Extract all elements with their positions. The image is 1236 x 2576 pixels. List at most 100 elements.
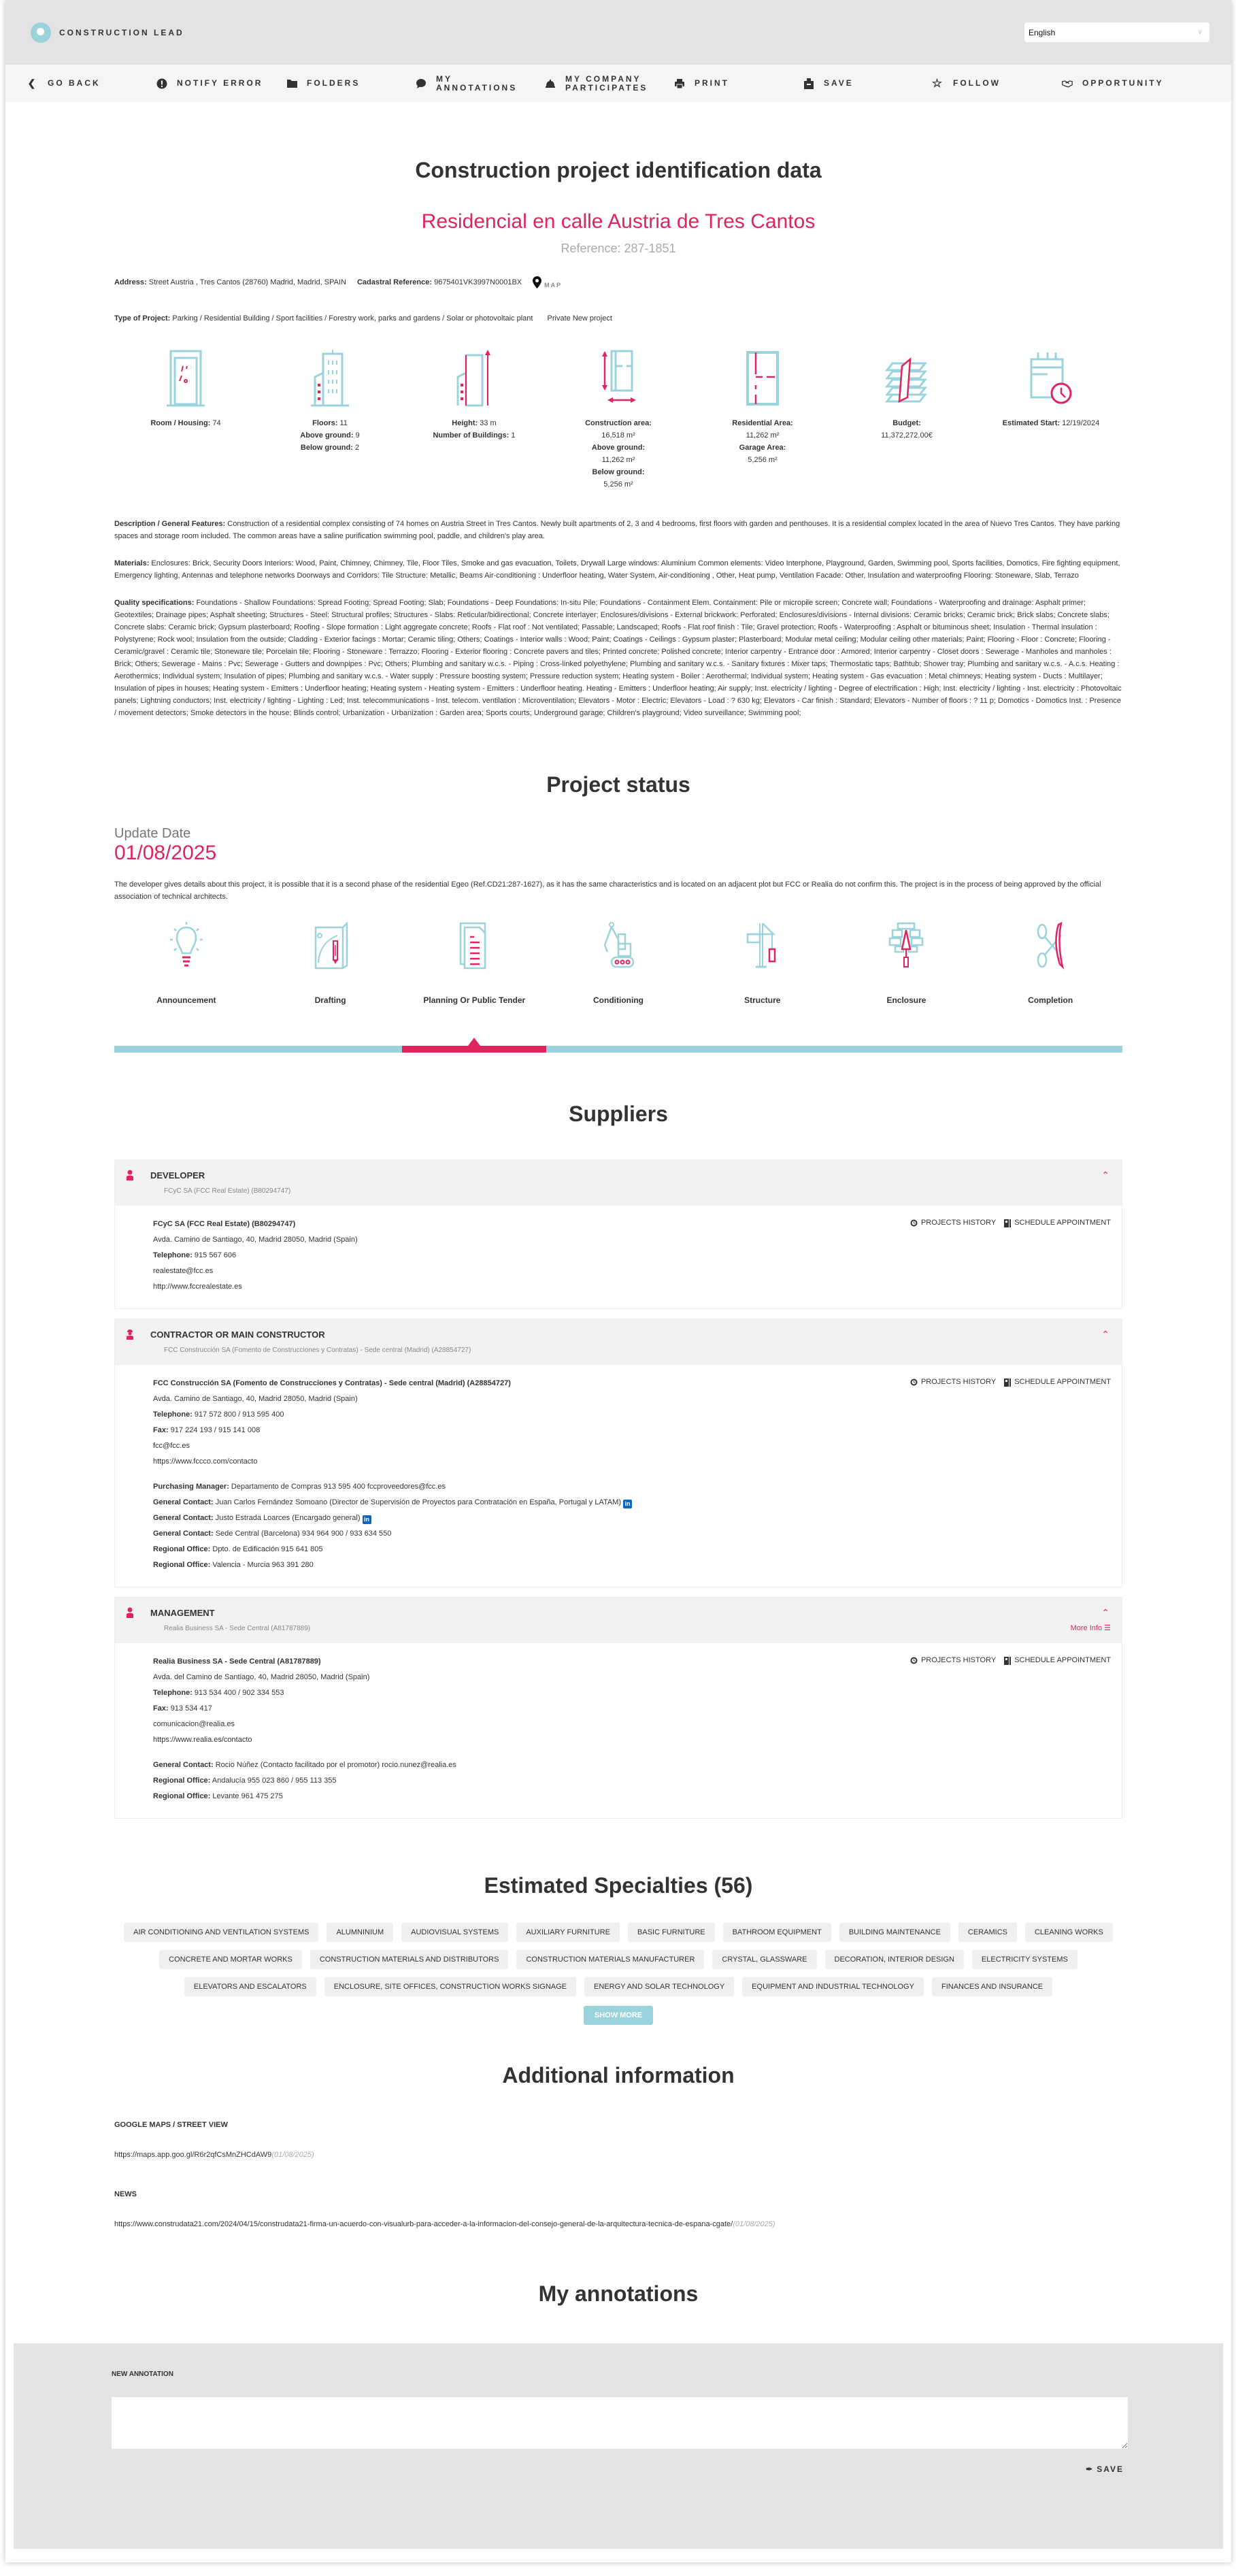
stat-label: Height:	[452, 419, 478, 427]
phase-enclosure: Enclosure	[835, 922, 979, 1005]
projects-history-button[interactable]: PROJECTS HISTORY	[910, 1374, 996, 1390]
supplier-role-label: MANAGEMENT	[150, 1607, 215, 1618]
specialty-chip[interactable]: AUDIOVISUAL SYSTEMS	[401, 1923, 509, 1942]
supplier-header[interactable]: MANAGEMENT Realia Business SA - Sede Cen…	[115, 1598, 1122, 1643]
additional-group-news: NEWS https://www.construdata21.com/2024/…	[114, 2190, 1122, 2228]
stat-value: 9	[355, 431, 360, 440]
phase-label: Conditioning	[593, 995, 644, 1005]
news-link[interactable]: https://www.construdata21.com/2024/04/15…	[114, 2220, 733, 2228]
specialty-chip[interactable]: BATHROOM EQUIPMENT	[722, 1923, 831, 1942]
specialty-row: ELEVATORS AND ESCALATORS ENCLOSURE, SITE …	[114, 1977, 1122, 1996]
specialty-chip[interactable]: DECORATION, INTERIOR DESIGN	[824, 1950, 964, 1969]
stat-line: 16,518 m²	[561, 429, 676, 442]
additional-label: GOOGLE MAPS / STREET VIEW	[114, 2121, 228, 2129]
page-footer-spacer	[5, 2549, 1231, 2562]
supplier-email[interactable]: fcc@fcc.es	[153, 1438, 1111, 1454]
contact-row: Regional Office: Andalucía 955 023 860 /…	[153, 1773, 1111, 1789]
more-info-label: More Info	[1070, 1624, 1103, 1632]
projects-history-button[interactable]: PROJECTS HISTORY	[910, 1215, 996, 1231]
chevron-up-icon[interactable]: ⌃	[1101, 1170, 1109, 1181]
print-button[interactable]: PRINT	[674, 78, 803, 89]
phase-list: Announcement Drafting Planning Or Public…	[114, 922, 1122, 1005]
projects-history-button[interactable]: PROJECTS HISTORY	[910, 1653, 996, 1668]
linkedin-icon[interactable]: in	[623, 1500, 633, 1508]
chevron-up-icon[interactable]: ⌃	[1101, 1607, 1109, 1619]
blueprint-pencil-icon	[314, 922, 348, 970]
supplier-website[interactable]: https://www.realia.es/contacto	[153, 1732, 1111, 1748]
specialty-chip[interactable]: EQUIPMENT AND INDUSTRIAL TECHNOLOGY	[742, 1977, 924, 1996]
my-annotations-button[interactable]: MY ANNOTATIONS	[416, 74, 545, 93]
contact-label: Regional Office:	[153, 1545, 211, 1553]
specialty-chip[interactable]: ALUMNINIUM	[327, 1923, 394, 1942]
show-more-button[interactable]: SHOW MORE	[583, 2006, 654, 2025]
materials-paragraph: Materials: Enclosures: Brick, Security D…	[114, 557, 1122, 582]
folder-icon	[286, 78, 297, 89]
stat-value: 11,372,272.00€	[881, 431, 933, 440]
specialty-chip[interactable]: ENCLOSURE, SITE OFFICES, CONSTRUCTION WO…	[324, 1977, 577, 1996]
go-back-button[interactable]: ❮ GO BACK	[27, 78, 156, 89]
stat-residential-area: Residential Area: 11,262 m² Garage Area:…	[705, 350, 820, 491]
my-company-participates-button[interactable]: MY COMPANY PARTICIPATES	[545, 73, 674, 93]
phase-label: Completion	[1028, 995, 1073, 1005]
specialty-chip[interactable]: CRYSTAL, GLASSWARE	[712, 1950, 817, 1969]
specialty-chip[interactable]: AIR CONDITIONING AND VENTILATION SYSTEMS	[124, 1923, 319, 1942]
specialty-chip[interactable]: BASIC FURNITURE	[628, 1923, 715, 1942]
supplier-website[interactable]: http://www.fccrealestate.es	[153, 1279, 1111, 1295]
folders-button[interactable]: FOLDERS	[286, 78, 416, 89]
annotation-save-button[interactable]: ✒ SAVE	[112, 2464, 1128, 2474]
schedule-appointment-button[interactable]: SCHEDULE APPOINTMENT	[1004, 1374, 1111, 1390]
supplier-contacts: General Contact: Rocio Núñez (Contacto f…	[153, 1757, 1111, 1804]
stat-line: 11,262 m²	[705, 429, 820, 442]
link-date: (01/08/2025)	[733, 2220, 775, 2228]
map-link[interactable]: MAP	[533, 276, 562, 288]
clock-icon	[910, 1378, 918, 1386]
update-label: Update Date	[114, 826, 191, 841]
notify-error-button[interactable]: NOTIFY ERROR	[156, 78, 286, 89]
save-label: SAVE	[824, 78, 854, 88]
brand-logo[interactable]: CONSTRUCTION LEAD	[31, 22, 184, 43]
additional-label: NEWS	[114, 2190, 137, 2198]
construction-area-icon	[602, 350, 636, 403]
follow-button[interactable]: ☆ FOLLOW	[932, 78, 1062, 89]
stat-line: Above ground:	[561, 442, 676, 454]
supplier-email[interactable]: realestate@fcc.es	[153, 1264, 1111, 1279]
supplier-email[interactable]: comunicacion@realia.es	[153, 1717, 1111, 1732]
linkedin-icon[interactable]: in	[362, 1515, 371, 1524]
supplier-header[interactable]: CONTRACTOR OR MAIN CONSTRUCTOR FCC Const…	[115, 1319, 1122, 1365]
specialty-chip[interactable]: ELEVATORS AND ESCALATORS	[184, 1977, 316, 1996]
supplier-contractor: CONTRACTOR OR MAIN CONSTRUCTOR FCC Const…	[114, 1319, 1122, 1587]
stat-line: Below ground:	[561, 466, 676, 478]
crane-icon	[746, 923, 775, 968]
phase-progress-bar	[114, 1038, 1122, 1053]
maps-link[interactable]: https://maps.app.goo.gl/R6r2qfCsMnZHCdAW…	[114, 2151, 271, 2159]
specialty-chip[interactable]: CONSTRUCTION MATERIALS MANUFACTURER	[516, 1950, 705, 1969]
opportunity-button[interactable]: OPPORTUNITY	[1062, 78, 1191, 89]
stat-value: 5,256 m²	[603, 480, 633, 489]
specialty-chip[interactable]: CLEANING WORKS	[1024, 1923, 1113, 1942]
suppliers-title: Suppliers	[569, 1102, 668, 1126]
phase-label: Planning Or Public Tender	[423, 995, 526, 1005]
floor-plan-icon	[746, 351, 779, 406]
supplier-website[interactable]: https://www.fccco.com/contacto	[153, 1454, 1111, 1470]
stat-value: 11	[339, 419, 348, 427]
specialty-chip[interactable]: CONSTRUCTION MATERIALS AND DISTRIBUTORS	[310, 1950, 509, 1969]
specialty-chip[interactable]: CONCRETE AND MORTAR WORKS	[159, 1950, 302, 1969]
stat-label: Floors:	[312, 419, 338, 427]
specialty-chip[interactable]: BUILDING MAINTENANCE	[839, 1923, 950, 1942]
my-company-participates-label: MY COMPANY PARTICIPATES	[565, 73, 648, 93]
save-button[interactable]: SAVE	[803, 78, 933, 89]
stat-value: 11,262 m²	[746, 431, 780, 440]
specialty-chip[interactable]: ELECTRICITY SYSTEMS	[971, 1950, 1078, 1969]
schedule-appointment-button[interactable]: SCHEDULE APPOINTMENT	[1004, 1215, 1111, 1231]
contact-label: Regional Office:	[153, 1792, 211, 1800]
specialty-chip[interactable]: FINANCES AND INSURANCE	[931, 1977, 1053, 1996]
specialty-chip[interactable]: ENERGY AND SOLAR TECHNOLOGY	[584, 1977, 735, 1996]
language-select[interactable]: English ∨	[1024, 22, 1209, 42]
specialty-chip[interactable]: CERAMICS	[958, 1923, 1017, 1942]
supplier-header[interactable]: DEVELOPER FCyC SA (FCC Real Estate) (B80…	[115, 1160, 1122, 1206]
chevron-up-icon[interactable]: ⌃	[1101, 1329, 1109, 1340]
specialty-chip[interactable]: AUXILIARY FURNITURE	[516, 1923, 620, 1942]
schedule-appointment-button[interactable]: SCHEDULE APPOINTMENT	[1004, 1653, 1111, 1668]
annotation-textarea[interactable]	[112, 2397, 1128, 2449]
more-info-link[interactable]: More Info ☰	[1071, 1623, 1111, 1632]
